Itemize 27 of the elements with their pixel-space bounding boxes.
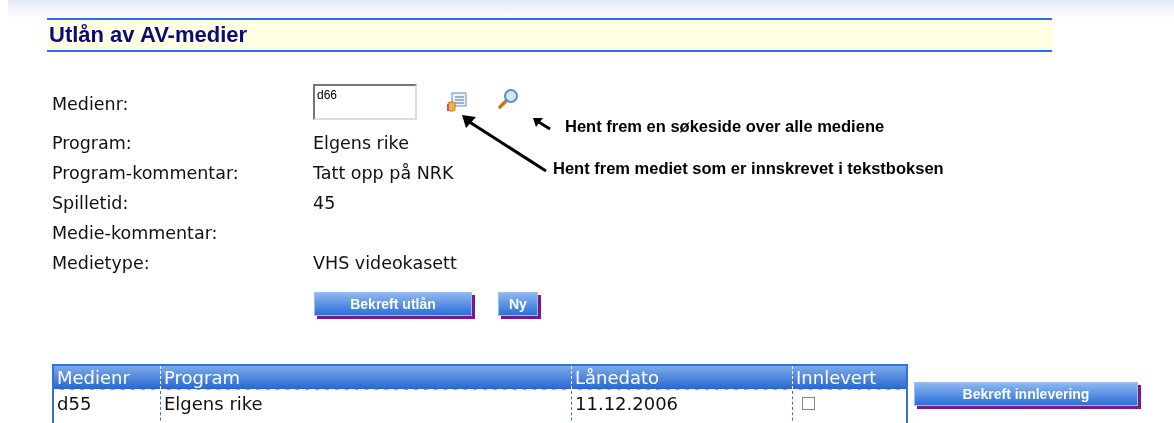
medienr-field[interactable]: d66 bbox=[313, 84, 417, 120]
annotation-text: Hent frem en søkeside over alle mediene bbox=[565, 117, 885, 136]
table-cell: Elgens rike bbox=[160, 390, 572, 423]
column-header: Innlevert bbox=[792, 365, 907, 390]
checkbox[interactable] bbox=[802, 397, 815, 410]
confirm-return-button[interactable]: Bekreft innlevering bbox=[914, 382, 1138, 406]
new-button[interactable]: Ny bbox=[498, 292, 538, 316]
field-value: Elgens rike bbox=[313, 133, 409, 153]
field-value: VHS videokasett bbox=[313, 253, 457, 273]
field-label: Medienr: bbox=[52, 94, 130, 114]
column-header: Medienr bbox=[53, 365, 161, 390]
field-label: Medietype: bbox=[52, 253, 151, 273]
table-cell: d55 bbox=[53, 390, 161, 423]
field-label: Program-kommentar: bbox=[52, 163, 240, 183]
annotation-text: Hent frem mediet som er innskrevet i tekstboksen bbox=[553, 159, 944, 178]
table-cell: 11.12.2006 bbox=[571, 390, 793, 423]
field-label: Spilletid: bbox=[52, 193, 130, 213]
column-header: Lånedato bbox=[571, 365, 793, 390]
field-value: Tatt opp på NRK bbox=[313, 163, 454, 183]
field-value: 45 bbox=[313, 193, 336, 213]
page-title: Utlån av AV-medier bbox=[47, 18, 1052, 52]
database-form-icon[interactable] bbox=[447, 92, 467, 112]
confirm-loan-button[interactable]: Bekreft utlån bbox=[314, 292, 472, 316]
field-label: Medie-kommentar: bbox=[52, 223, 219, 243]
column-header: Program bbox=[160, 365, 572, 390]
search-icon[interactable] bbox=[497, 88, 519, 110]
field-label: Program: bbox=[52, 133, 133, 153]
